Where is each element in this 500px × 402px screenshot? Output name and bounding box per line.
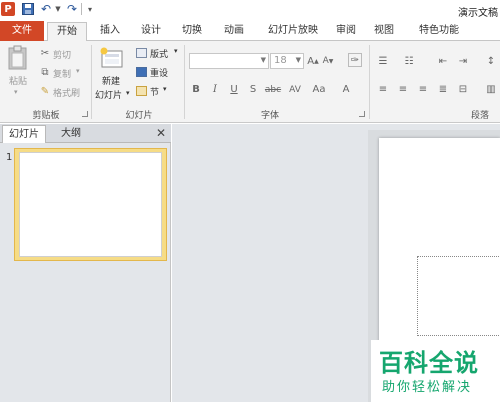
save-icon[interactable] xyxy=(22,2,34,16)
toolbar-divider xyxy=(81,3,82,15)
title-bar: P ↶ ▼ ↷ ▾ 演示文稿 xyxy=(0,0,500,20)
scissors-icon: ✂ xyxy=(40,47,50,59)
ribbon-tab-row: 文件 开始 插入 设计 切换 动画 幻灯片放映 审阅 视图 特色功能 xyxy=(0,20,500,42)
slide-thumbnail-selected[interactable] xyxy=(14,148,167,261)
group-divider xyxy=(184,45,185,119)
tab-slides[interactable]: 幻灯片 xyxy=(2,125,46,143)
undo-icon[interactable]: ↶ xyxy=(40,2,52,16)
layout-icon xyxy=(136,48,147,58)
paste-dropdown-arrow[interactable]: ▾ xyxy=(14,88,18,96)
chevron-down-icon[interactable]: ▼ xyxy=(296,56,301,64)
customize-toolbar-icon[interactable]: ▾ xyxy=(85,2,95,16)
section-dropdown-arrow[interactable]: ▾ xyxy=(163,85,167,93)
reset-button[interactable]: 重设 xyxy=(150,66,168,79)
strikethrough-icon[interactable]: abc xyxy=(264,83,282,97)
align-left-icon[interactable]: ≡ xyxy=(376,83,390,95)
watermark-title: 百科全说 xyxy=(379,349,479,377)
font-size-value: 18 xyxy=(274,55,287,66)
slide-number: 1 xyxy=(6,152,13,163)
bullets-icon[interactable]: ☰ xyxy=(376,55,390,67)
distributed-icon[interactable]: ⊟ xyxy=(456,83,470,95)
italic-icon[interactable]: I xyxy=(209,83,221,97)
clipboard-launcher-icon[interactable] xyxy=(82,111,88,117)
copy-icon: ⧉ xyxy=(41,66,49,78)
tab-view[interactable]: 视图 xyxy=(366,22,402,41)
justify-icon[interactable]: ≣ xyxy=(436,83,450,95)
font-name-combobox[interactable]: ▼ xyxy=(189,53,269,69)
tab-insert[interactable]: 插入 xyxy=(90,22,130,41)
line-spacing-icon[interactable]: ↕ xyxy=(484,55,498,67)
clear-formatting-icon[interactable]: ✑ xyxy=(348,53,362,67)
layout-button[interactable]: 版式 xyxy=(150,47,168,60)
shrink-font-icon[interactable]: A ▼ xyxy=(322,54,334,68)
reset-icon xyxy=(136,67,147,77)
slide-thumbnail[interactable] xyxy=(19,152,162,257)
group-divider xyxy=(369,45,370,119)
clipboard-group-label: 剪贴板 xyxy=(32,111,60,121)
tab-slideshow[interactable]: 幻灯片放映 xyxy=(260,22,326,41)
content-placeholder[interactable] xyxy=(417,256,500,336)
watermark: 百科全说 助你轻松解决 xyxy=(371,340,500,402)
tab-review[interactable]: 审阅 xyxy=(328,22,364,41)
chevron-down-icon[interactable]: ▼ xyxy=(261,56,266,64)
cut-button[interactable]: 剪切 xyxy=(53,48,71,61)
align-center-icon[interactable]: ≡ xyxy=(396,83,410,95)
watermark-subtitle: 助你轻松解决 xyxy=(382,380,473,395)
slides-pane-tabs: 幻灯片 大纲 ✕ xyxy=(0,124,171,143)
paste-button-label[interactable]: 粘贴 xyxy=(9,74,27,87)
copy-dropdown-arrow[interactable]: ▾ xyxy=(76,67,80,75)
format-painter-icon: ✎ xyxy=(40,85,50,97)
powerpoint-app-icon[interactable]: P xyxy=(1,2,15,16)
columns-icon[interactable]: ▥ xyxy=(484,83,498,95)
new-slide-label-line2[interactable]: 幻灯片 xyxy=(95,88,122,101)
tab-special-features[interactable]: 特色功能 xyxy=(412,22,466,41)
shadow-icon[interactable]: S xyxy=(247,83,259,97)
font-launcher-icon[interactable] xyxy=(359,111,365,117)
new-slide-icon[interactable] xyxy=(100,47,124,69)
tab-outline[interactable]: 大纲 xyxy=(48,125,94,143)
font-color-icon[interactable]: A xyxy=(340,83,352,97)
font-size-combobox[interactable]: 18 ▼ xyxy=(270,53,304,69)
slides-pane: 幻灯片 大纲 ✕ 1 xyxy=(0,124,171,402)
close-icon[interactable]: ✕ xyxy=(156,126,166,140)
decrease-indent-icon[interactable]: ⇤ xyxy=(436,55,450,67)
layout-dropdown-arrow[interactable]: ▾ xyxy=(174,47,178,55)
new-slide-label-line1[interactable]: 新建 xyxy=(102,74,120,87)
new-slide-dropdown-arrow[interactable]: ▾ xyxy=(126,89,130,97)
redo-icon[interactable]: ↷ xyxy=(66,2,78,16)
paragraph-group-label: 段落 xyxy=(470,111,489,121)
tab-transitions[interactable]: 切换 xyxy=(172,22,212,41)
font-group-label: 字体 xyxy=(260,111,279,121)
tab-design[interactable]: 设计 xyxy=(132,22,170,41)
slides-group-label: 幻灯片 xyxy=(125,111,153,121)
underline-icon[interactable]: U xyxy=(228,83,240,97)
undo-dropdown-icon[interactable]: ▼ xyxy=(54,2,62,16)
tab-home[interactable]: 开始 xyxy=(47,22,87,42)
tab-animations[interactable]: 动画 xyxy=(214,22,254,41)
bold-icon[interactable]: B xyxy=(190,83,202,97)
change-case-icon[interactable]: Aa xyxy=(311,83,327,97)
tab-file[interactable]: 文件 xyxy=(0,21,44,41)
grow-font-icon[interactable]: A ▲ xyxy=(307,54,319,68)
character-spacing-icon[interactable]: AV xyxy=(287,83,303,97)
section-icon xyxy=(136,86,147,96)
copy-button[interactable]: 复制 xyxy=(53,67,71,80)
paste-icon[interactable] xyxy=(8,45,28,71)
section-button[interactable]: 节 xyxy=(150,85,159,98)
group-divider xyxy=(91,45,92,119)
increase-indent-icon[interactable]: ⇥ xyxy=(456,55,470,67)
window-title: 演示文稿 xyxy=(458,8,498,19)
format-painter-button[interactable]: 格式刷 xyxy=(53,86,80,99)
ribbon: 粘贴 ▾ ✂ 剪切 ⧉ 复制 ▾ ✎ 格式刷 剪贴板 新建 幻灯片 ▾ 版式 ▾… xyxy=(0,41,500,123)
align-right-icon[interactable]: ≡ xyxy=(416,83,430,95)
numbering-icon[interactable]: ☷ xyxy=(402,55,416,67)
